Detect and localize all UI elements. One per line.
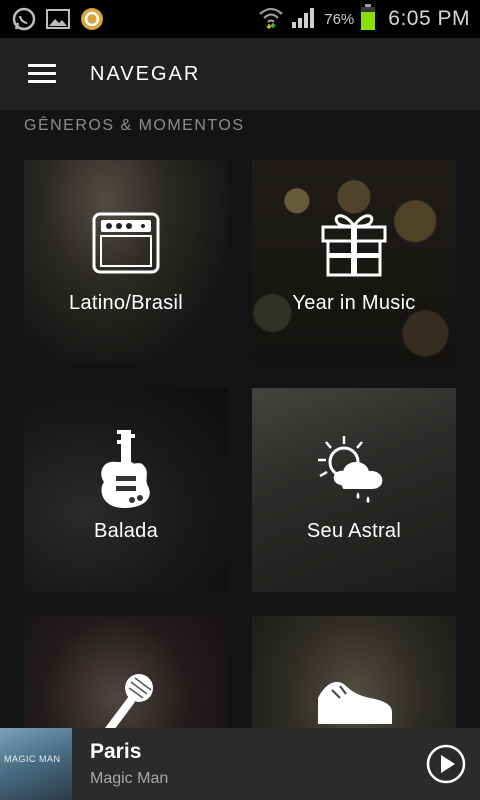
weather-icon	[252, 432, 456, 512]
play-button[interactable]	[426, 744, 466, 784]
gallery-icon	[44, 5, 72, 33]
battery-percent: 76%	[324, 10, 355, 28]
tile-label: Seu Astral	[306, 520, 402, 542]
clock-time: 6:05 PM	[388, 7, 470, 30]
tile-label: Year in Music	[292, 292, 416, 314]
whatsapp-icon	[10, 5, 38, 33]
menu-button[interactable]	[0, 38, 84, 110]
album-cover-text: MAGIC MAN	[4, 754, 61, 764]
hamburger-menu-icon	[28, 64, 56, 84]
page-title: NAVEGAR	[90, 62, 201, 85]
app-notification-icon	[78, 5, 106, 33]
tile-label: Latino/Brasil	[69, 292, 183, 314]
signal-icon	[290, 4, 318, 35]
app-bar: NAVEGAR	[0, 38, 480, 110]
genre-tile-balada[interactable]: Balada	[24, 388, 228, 592]
amplifier-icon	[24, 208, 228, 280]
guitar-icon	[24, 428, 228, 512]
battery-icon	[360, 3, 376, 36]
genre-tile-latino-brasil[interactable]: Latino/Brasil	[24, 160, 228, 364]
tile-label: Balada	[93, 520, 159, 542]
genre-tile-seu-astral[interactable]: Seu Astral	[252, 388, 456, 592]
wifi-icon	[258, 5, 284, 34]
track-artist: Magic Man	[90, 770, 169, 787]
album-cover[interactable]: MAGIC MAN	[0, 728, 72, 800]
genre-tile-year-in-music[interactable]: Year in Music	[252, 160, 456, 364]
app-screen: 76% 6:05 PM NAVEGAR GÊNEROS & MOMENTOS L…	[0, 0, 480, 800]
status-bar: 76% 6:05 PM	[0, 0, 480, 38]
track-title: Paris	[90, 740, 142, 763]
gift-icon	[252, 208, 456, 280]
section-label: GÊNEROS & MOMENTOS	[24, 117, 245, 134]
play-icon	[426, 744, 466, 784]
now-playing-bar[interactable]: MAGIC MAN Paris Magic Man	[0, 728, 480, 800]
